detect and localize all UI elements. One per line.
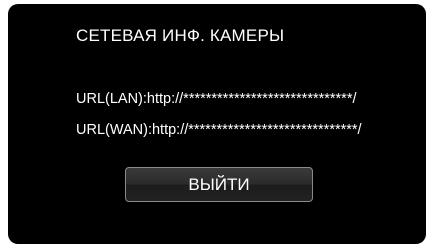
url-wan-text: URL(WAN):http://************************… (76, 122, 362, 138)
camera-network-info-screen: СЕТЕВАЯ ИНФ. КАМЕРЫ URL(LAN):http://****… (8, 4, 426, 244)
url-lan-text: URL(LAN):http://************************… (76, 91, 357, 107)
screen-title: СЕТЕВАЯ ИНФ. КАМЕРЫ (76, 26, 285, 45)
exit-button-label: ВЫЙТИ (188, 174, 250, 194)
exit-button[interactable]: ВЫЙТИ (125, 167, 313, 202)
